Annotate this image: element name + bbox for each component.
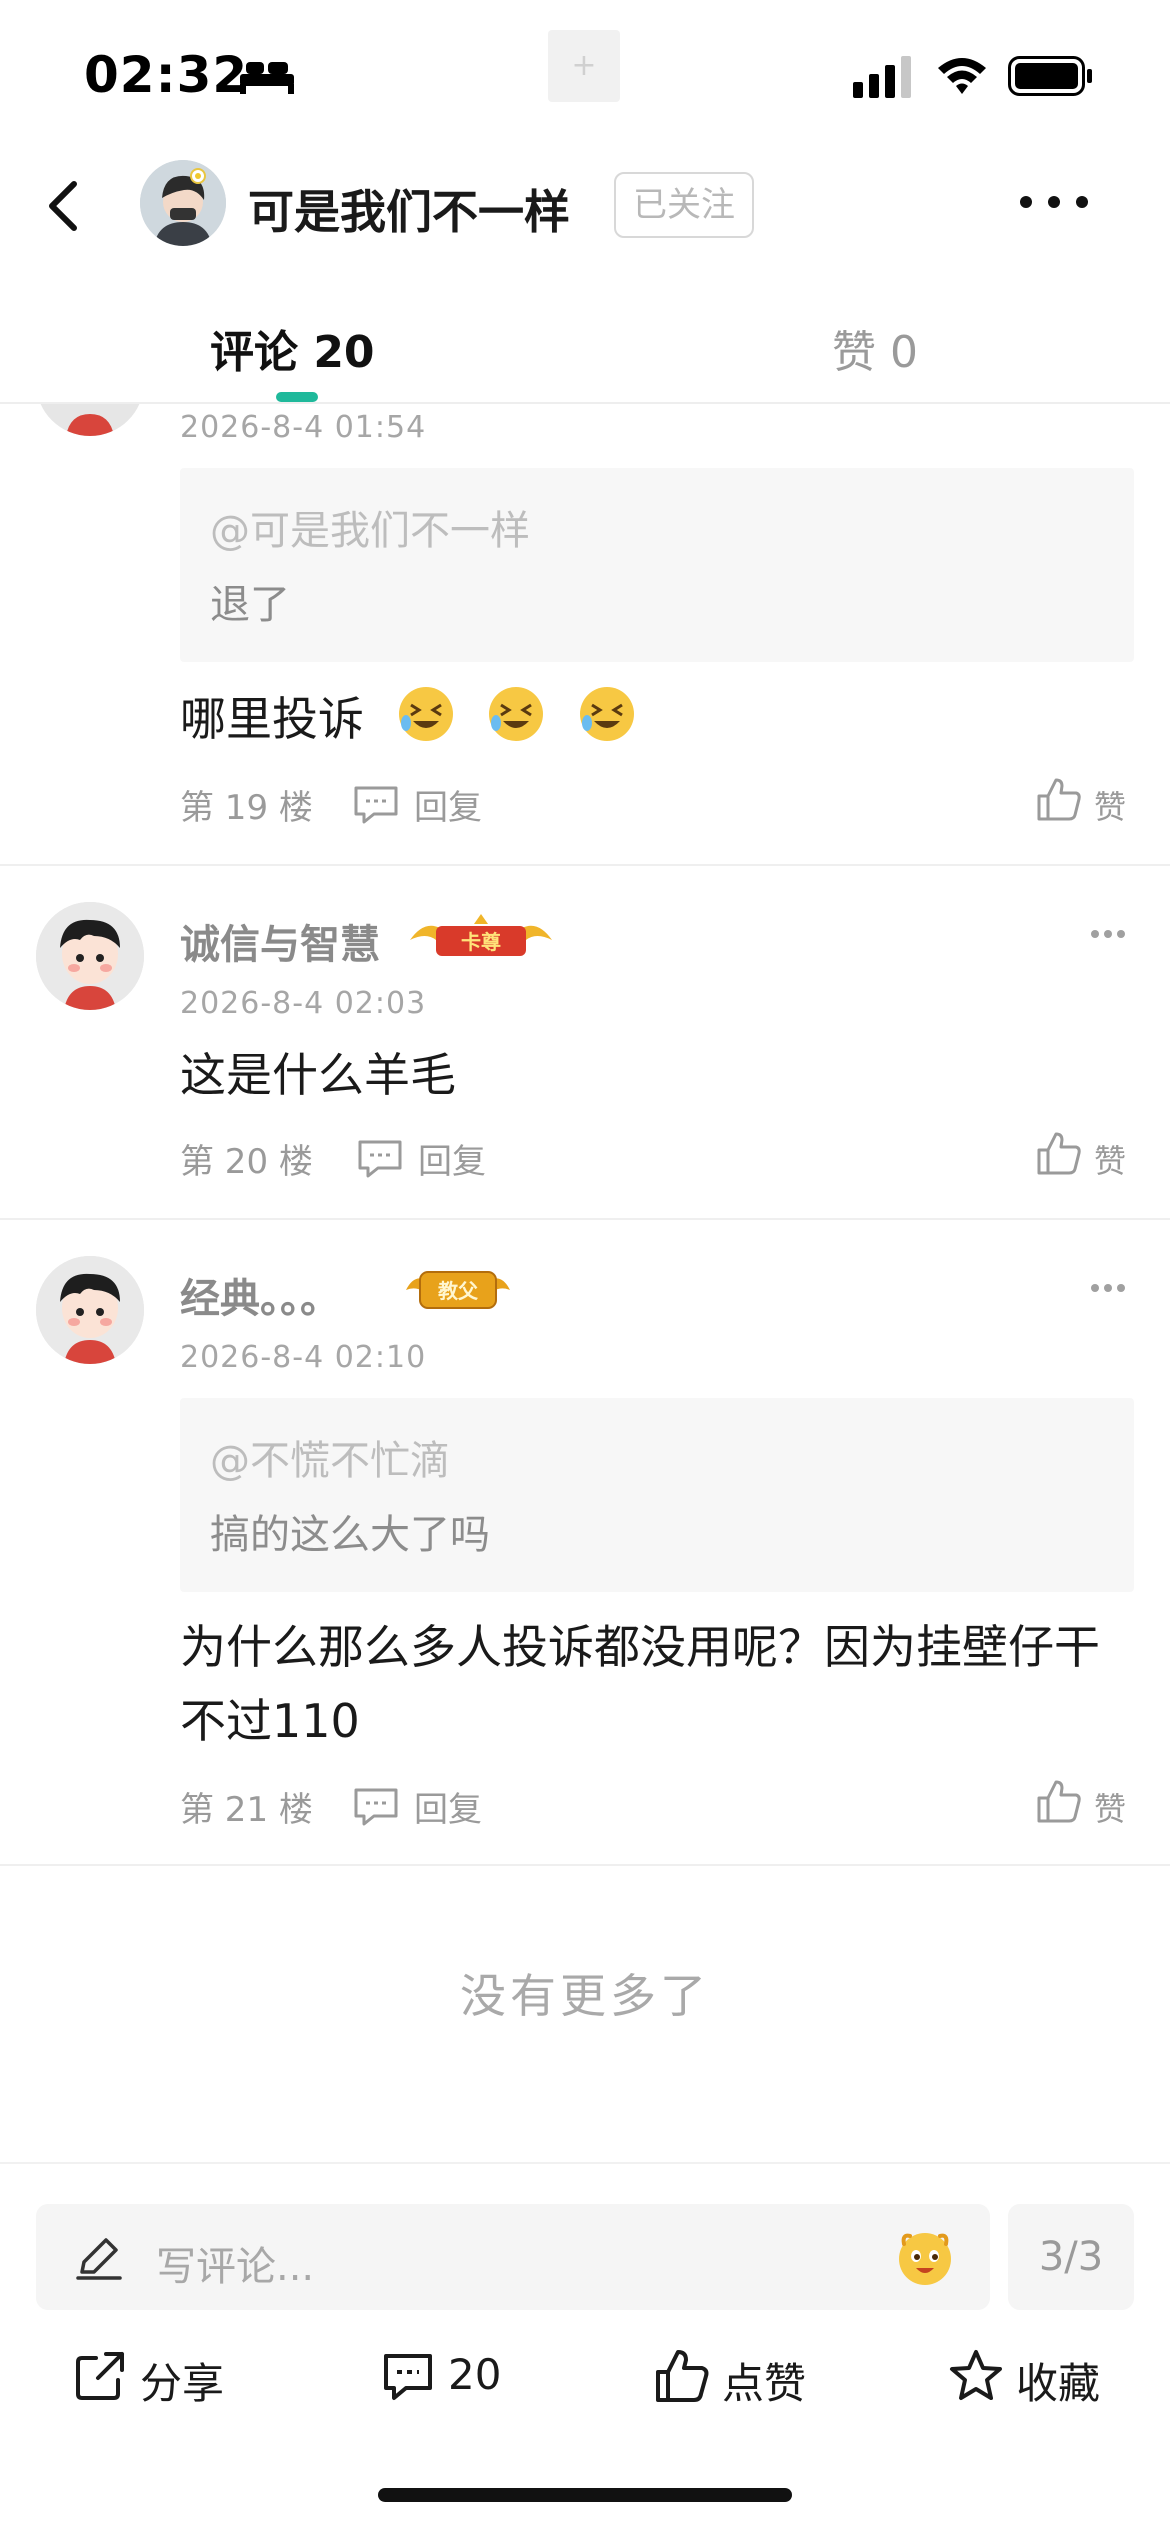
more-options-icon[interactable] <box>1016 190 1092 214</box>
comment-count-button[interactable]: 20 <box>380 2340 530 2410</box>
like-button[interactable]: 赞 <box>1094 1136 1126 1182</box>
quoted-text: 退了 <box>210 582 290 628</box>
comment-time: 2026-8-4 01:54 <box>180 410 427 445</box>
share-button[interactable]: 分享 <box>72 2340 242 2410</box>
comment-text-body: 哪里投诉 <box>180 692 364 746</box>
share-label: 分享 <box>140 2359 225 2408</box>
comment-item: 2026-8-4 01:54 @可是我们不一样 退了 哪里投诉 第 19 楼 回… <box>0 404 1170 866</box>
rank-badge-text: 教父 <box>438 1279 479 1303</box>
pen-icon <box>76 2238 122 2280</box>
tab-active-indicator <box>276 392 318 402</box>
avatar-illustration-icon <box>140 160 226 246</box>
reply-button[interactable]: 回复 <box>414 1782 482 1831</box>
comment-more-icon[interactable] <box>1090 1282 1126 1294</box>
thumb-up-icon[interactable] <box>1036 776 1082 822</box>
floor-number: 第 21 楼 <box>180 1790 313 1830</box>
screen-record-indicator: + <box>548 30 620 102</box>
wifi-icon <box>938 58 986 94</box>
battery-icon <box>1008 56 1092 96</box>
comment-text: 这是什么羊毛 <box>180 1048 456 1102</box>
comment-time: 2026-8-4 02:10 <box>180 1340 427 1375</box>
quoted-reply: @可是我们不一样 退了 <box>180 468 1134 662</box>
cellular-signal-icon <box>853 56 911 98</box>
comment-item: 诚信与智慧 卡尊 2026-8-4 02:03 这是什么羊毛 第 20 楼 回复… <box>0 866 1170 1220</box>
reply-icon[interactable] <box>352 784 400 824</box>
avatar-illustration-icon <box>36 404 144 436</box>
commenter-avatar[interactable] <box>36 902 144 1010</box>
comment-list[interactable]: 2026-8-4 01:54 @可是我们不一样 退了 哪里投诉 第 19 楼 回… <box>0 404 1170 2164</box>
header: 可是我们不一样 已关注 <box>0 150 1170 262</box>
emoji-picker-icon[interactable] <box>894 2226 956 2288</box>
comment-more-icon[interactable] <box>1090 928 1126 940</box>
like-button[interactable]: 赞 <box>1094 1784 1126 1830</box>
back-arrow-icon[interactable] <box>36 174 96 238</box>
bottom-bar: 写评论... 3/3 分享 20 点赞 收藏 <box>0 2162 1170 2532</box>
quoted-user[interactable]: @不慌不忙滴 <box>210 1428 450 1486</box>
favorite-label: 收藏 <box>1016 2359 1101 2408</box>
status-time: 02:32 <box>84 46 249 104</box>
commenter-avatar[interactable] <box>36 404 144 436</box>
comment-text: 哪里投诉 <box>180 682 1140 756</box>
page-indicator[interactable]: 3/3 <box>1008 2204 1134 2310</box>
thumb-up-icon <box>656 2350 709 2402</box>
thumb-up-icon[interactable] <box>1036 1778 1082 1824</box>
tab-comments[interactable]: 评论 20 <box>210 316 375 380</box>
floor-number: 第 20 楼 <box>180 1142 313 1182</box>
reply-icon[interactable] <box>356 1138 404 1178</box>
commenter-name[interactable]: 诚信与智慧 <box>180 912 380 970</box>
comment-count-label: 20 <box>448 2350 502 2399</box>
no-more-text: 没有更多了 <box>460 1969 710 2023</box>
comment-input[interactable]: 写评论... <box>36 2204 990 2310</box>
comment-text: 为什么那么多人投诉都没用呢？因为挂壁仔干不过110 <box>180 1620 1100 1748</box>
commenter-name[interactable]: 经典。。。 <box>180 1266 340 1324</box>
share-icon <box>76 2352 124 2400</box>
reply-button[interactable]: 回复 <box>414 780 482 829</box>
reply-button[interactable]: 回复 <box>418 1134 486 1183</box>
user-name[interactable]: 可是我们不一样 <box>248 176 570 242</box>
floor-number: 第 19 楼 <box>180 788 313 828</box>
rank-badge-icon: 教父 <box>406 1271 510 1309</box>
reply-icon[interactable] <box>352 1786 400 1826</box>
home-indicator[interactable] <box>378 2488 792 2502</box>
comment-time: 2026-8-4 02:03 <box>180 986 427 1021</box>
comment-item: 经典。。。 教父 2026-8-4 02:10 @不慌不忙滴 搞的这么大了吗 为… <box>0 1220 1170 1866</box>
tab-likes[interactable]: 赞 0 <box>832 316 918 380</box>
comment-input-placeholder: 写评论... <box>156 2244 315 2290</box>
quoted-text: 搞的这么大了吗 <box>210 1512 490 1558</box>
like-button[interactable]: 赞 <box>1094 782 1126 828</box>
favorite-button[interactable]: 收藏 <box>948 2340 1118 2410</box>
quoted-reply: @不慌不忙滴 搞的这么大了吗 <box>180 1398 1134 1592</box>
follow-button[interactable]: 已关注 <box>614 172 754 238</box>
comment-icon <box>384 2354 432 2400</box>
like-post-label: 点赞 <box>722 2359 807 2408</box>
grinning-squint-emoji <box>489 687 544 741</box>
rank-badge-icon: 卡尊 <box>410 914 552 956</box>
quoted-user[interactable]: @可是我们不一样 <box>210 498 530 556</box>
status-bar: 02:32 + <box>0 0 1170 150</box>
grinning-squint-emoji <box>579 687 634 741</box>
user-avatar[interactable] <box>140 160 226 246</box>
grinning-squint-emoji <box>398 687 453 741</box>
rank-badge-text: 卡尊 <box>461 930 501 954</box>
avatar-illustration-icon <box>36 902 144 1010</box>
commenter-avatar[interactable] <box>36 1256 144 1364</box>
thumb-up-icon[interactable] <box>1036 1130 1082 1176</box>
tab-bar: 评论 20 赞 0 <box>0 280 1170 404</box>
sleep-mode-icon <box>240 62 294 94</box>
star-icon <box>950 2350 1002 2400</box>
avatar-illustration-icon <box>36 1256 144 1364</box>
like-post-button[interactable]: 点赞 <box>654 2340 824 2410</box>
